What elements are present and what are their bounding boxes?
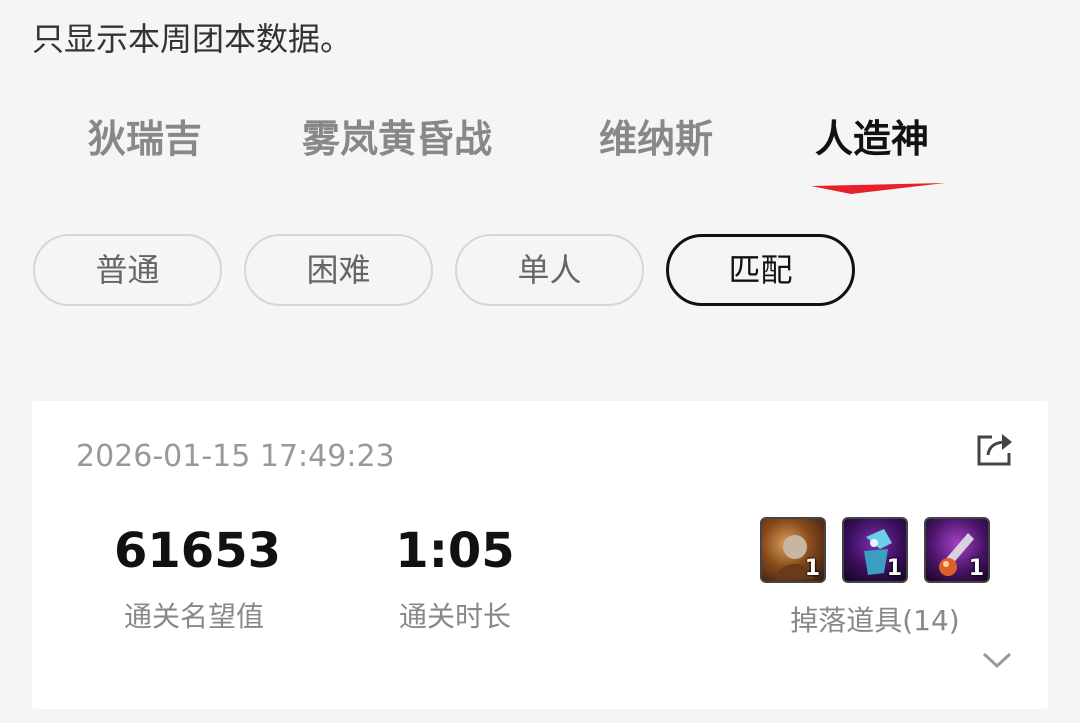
raid-tabs: 狄瑞吉 雾岚黄昏战 维纳斯 人造神 [0,108,1080,198]
drop-item-count: 1 [886,556,902,581]
duration-value: 1:05 [395,523,515,579]
tab-dirigi[interactable]: 狄瑞吉 [88,108,202,163]
share-icon[interactable] [976,431,1014,467]
mode-hard-button[interactable]: 困难 [244,234,433,306]
drop-item-count: 1 [804,556,820,581]
mode-solo-button[interactable]: 单人 [455,234,644,306]
chevron-down-icon[interactable] [982,651,1012,669]
mode-normal-button[interactable]: 普通 [33,234,222,306]
blue-armor-item-icon[interactable]: 1 [842,517,908,583]
active-tab-indicator [811,183,945,194]
drops-label: 掉落道具(14) [790,604,960,637]
mode-filters: 普通 困难 单人 匹配 [0,234,1080,306]
duration-label: 通关时长 [398,600,511,633]
warrior-item-icon[interactable]: 1 [760,517,826,583]
clear-record-card: 2026-01-15 17:49:23 61653 通关名望值 1:05 通关时… [32,401,1048,709]
tab-fog-twilight[interactable]: 雾岚黄昏战 [302,108,492,163]
mode-match-button[interactable]: 匹配 [666,234,855,306]
fame-stat: 61653 通关名望值 [114,523,281,635]
tab-venus[interactable]: 维纳斯 [599,108,713,163]
drop-item-count: 1 [968,556,984,581]
duration-stat: 1:05 通关时长 [382,523,528,635]
purple-orb-item-icon[interactable]: 1 [924,517,990,583]
fame-label: 通关名望值 [123,600,264,633]
record-timestamp: 2026-01-15 17:49:23 [76,439,395,474]
drop-items: 1 1 1 掉落道具(14) [760,517,990,639]
tab-artificial-god[interactable]: 人造神 [815,108,929,163]
notice-text: 只显示本周团本数据。 [32,20,353,58]
fame-value: 61653 [114,523,281,579]
